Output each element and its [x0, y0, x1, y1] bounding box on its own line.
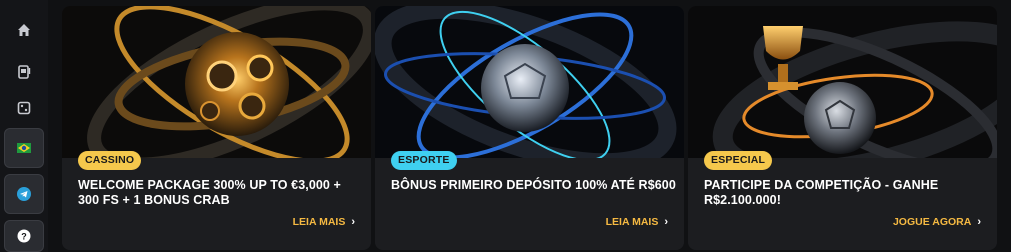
trophy-ball-art	[688, 6, 997, 166]
cta-label: JOGUE AGORA	[892, 216, 972, 228]
slots-button[interactable]	[4, 52, 44, 92]
home-icon	[18, 24, 30, 36]
promotions-grid: CASSINO WELCOME PACKAGE 300% UP TO €3,00…	[62, 6, 1006, 250]
telegram-button[interactable]	[4, 174, 44, 214]
read-more-link[interactable]: LEIA MAIS ›	[293, 216, 355, 228]
dice-icon	[17, 101, 31, 115]
promo-card-special[interactable]: ESPECIAL PARTICIPE DA COMPETIÇÃO - GANHE…	[688, 6, 997, 250]
category-badge: ESPORTE	[391, 151, 457, 170]
promo-card-casino[interactable]: CASSINO WELCOME PACKAGE 300% UP TO €3,00…	[62, 6, 371, 250]
slot-machine-icon	[18, 65, 31, 79]
sidebar: ?	[0, 0, 48, 252]
help-button[interactable]: ?	[4, 220, 44, 252]
chevron-right-icon: ›	[351, 216, 355, 228]
promo-title: WELCOME PACKAGE 300% UP TO €3,000 + 300 …	[78, 178, 341, 207]
cta-label: LEIA MAIS	[605, 216, 659, 228]
category-badge: ESPECIAL	[704, 151, 773, 170]
casino-button[interactable]	[4, 88, 44, 128]
telegram-icon	[17, 187, 31, 201]
card-body	[375, 158, 684, 250]
help-icon: ?	[17, 229, 31, 243]
home-button[interactable]	[4, 10, 44, 50]
cta-label: LEIA MAIS	[292, 216, 346, 228]
chevron-right-icon: ›	[664, 216, 668, 228]
language-button[interactable]	[4, 128, 44, 168]
read-more-link[interactable]: LEIA MAIS ›	[606, 216, 668, 228]
promo-title: PARTICIPE DA COMPETIÇÃO - GANHE R$2.100.…	[704, 178, 939, 207]
promo-title: BÔNUS PRIMEIRO DEPÓSITO 100% ATÉ R$600	[391, 178, 676, 192]
play-now-link[interactable]: JOGUE AGORA ›	[893, 216, 981, 228]
chevron-right-icon: ›	[977, 216, 981, 228]
gold-rings-art	[62, 6, 371, 166]
category-badge: CASSINO	[78, 151, 142, 170]
blue-ball-art	[375, 6, 684, 166]
svg-text:?: ?	[21, 231, 27, 241]
promo-card-sports[interactable]: ESPORTE BÔNUS PRIMEIRO DEPÓSITO 100% ATÉ…	[375, 6, 684, 250]
brazil-flag-icon	[17, 143, 31, 153]
